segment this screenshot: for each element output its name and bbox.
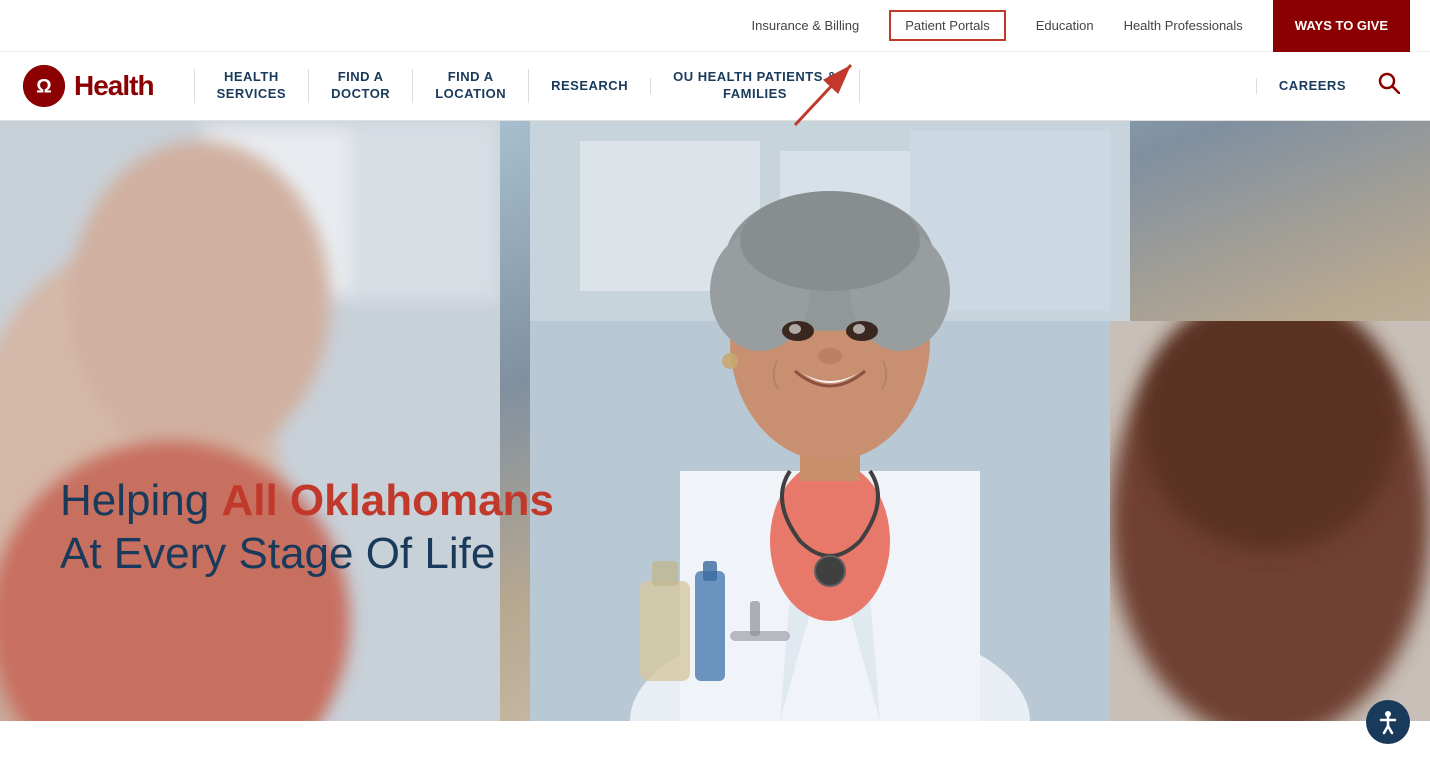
svg-text:Ω: Ω	[36, 77, 51, 98]
patient-portals-link[interactable]: Patient Portals	[889, 10, 1006, 41]
hero-section: Helping All Oklahomans At Every Stage Of…	[0, 121, 1430, 721]
nav-research[interactable]: RESEARCH	[529, 78, 651, 95]
header: Insurance & Billing Patient Portals Educ…	[0, 0, 1430, 121]
nav-links: HEALTH SERVICES FIND A DOCTOR FIND A LOC…	[194, 69, 1410, 103]
ways-to-give-button[interactable]: WAYS TO GIVE	[1273, 0, 1410, 52]
main-nav: Ω Health HEALTH SERVICES FIND A DOCTOR F…	[0, 52, 1430, 120]
search-icon	[1378, 72, 1400, 94]
nav-find-doctor[interactable]: FIND A DOCTOR	[309, 69, 413, 103]
health-professionals-link[interactable]: Health Professionals	[1124, 18, 1243, 33]
health-logo-text: Health	[74, 70, 154, 102]
nav-find-location[interactable]: FIND A LOCATION	[413, 69, 529, 103]
insurance-billing-link[interactable]: Insurance & Billing	[752, 18, 860, 33]
top-bar: Insurance & Billing Patient Portals Educ…	[0, 0, 1430, 52]
hero-line2: At Every Stage Of Life	[60, 528, 554, 581]
search-button[interactable]	[1368, 72, 1410, 100]
hero-right-person	[1110, 321, 1430, 721]
hero-line1: Helping All Oklahomans	[60, 475, 554, 528]
accessibility-button[interactable]	[1366, 700, 1410, 744]
hero-medical-items	[600, 521, 800, 721]
hero-text: Helping All Oklahomans At Every Stage Of…	[60, 475, 554, 581]
nav-ou-patients[interactable]: OU HEALTH PATIENTS & FAMILIES	[651, 69, 860, 103]
site-logo[interactable]: Ω Health	[20, 62, 154, 110]
accessibility-icon	[1375, 709, 1401, 735]
ou-logo-icon: Ω	[20, 62, 68, 110]
education-link[interactable]: Education	[1036, 18, 1094, 33]
hero-left-person	[0, 121, 500, 721]
site-header: Insurance & Billing Patient Portals Educ…	[0, 0, 1430, 121]
nav-health-services[interactable]: HEALTH SERVICES	[194, 69, 310, 103]
top-bar-links: Insurance & Billing Patient Portals Educ…	[752, 0, 1410, 52]
nav-careers[interactable]: CAREERS	[1256, 78, 1368, 95]
